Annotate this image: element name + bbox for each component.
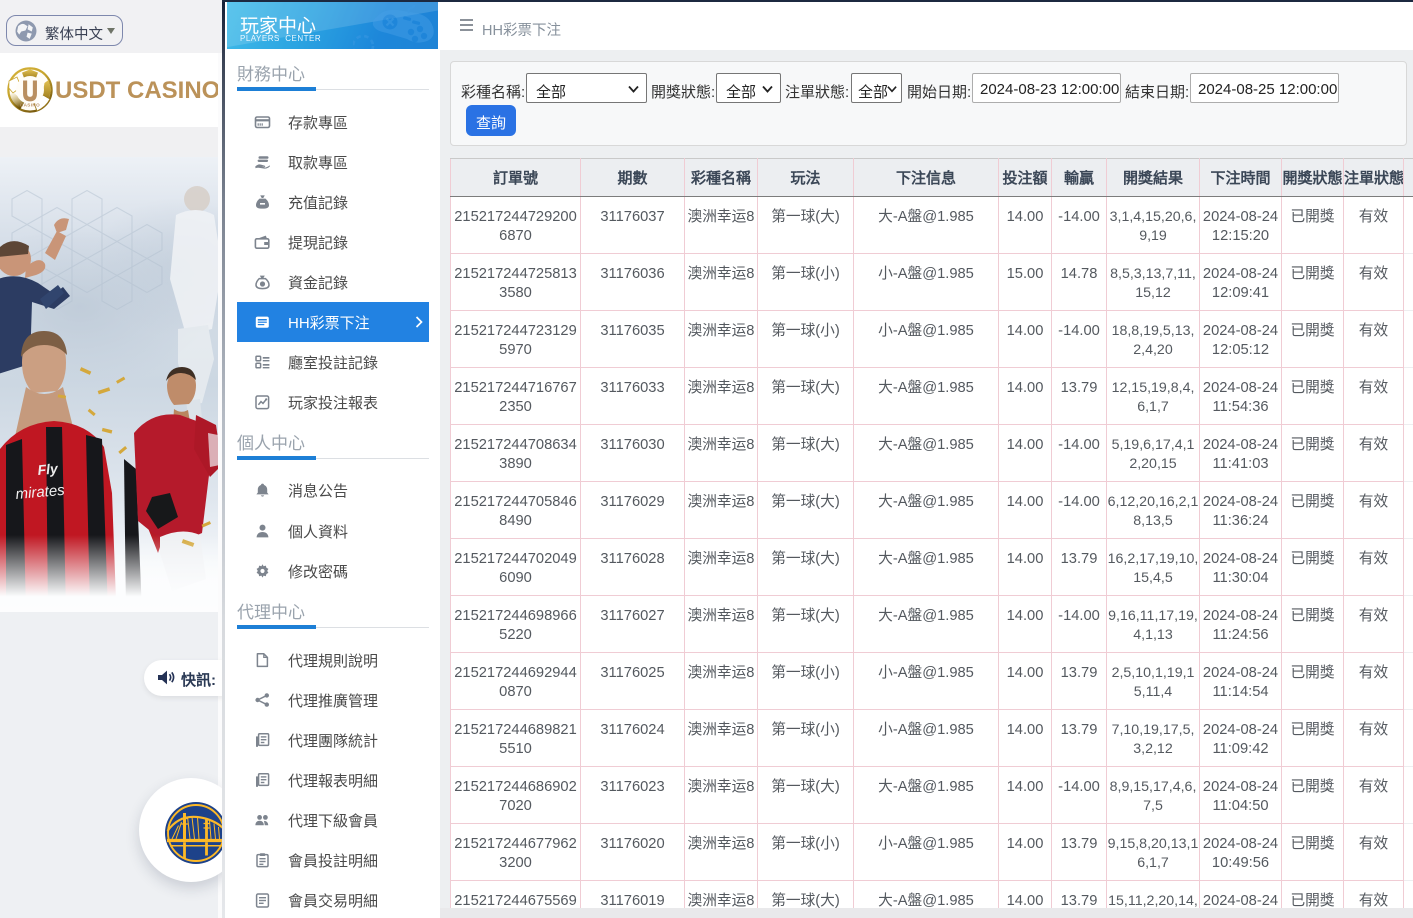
svg-text:Fly: Fly bbox=[37, 460, 60, 478]
svg-text:CASINO: CASINO bbox=[20, 103, 40, 108]
